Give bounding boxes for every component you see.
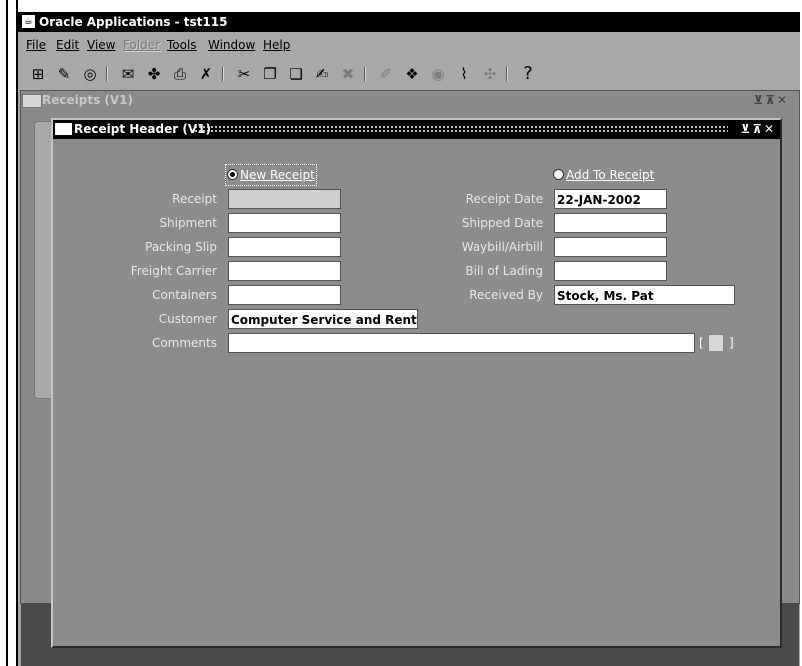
titlebar-pattern [194,125,728,133]
receipts-titlebar: Receipts (V1) ⊻⊼✕ [21,91,799,109]
received-by-label: Received By [469,288,543,302]
next-step-icon[interactable]: ✤ [144,64,164,84]
shipped-date-field[interactable] [554,213,667,233]
oracle-logo-icon [55,123,72,135]
folder-tools-icon[interactable]: ✣ [480,64,500,84]
help-icon[interactable]: ? [518,64,538,84]
dialog-title: Receipt Header (V1) [74,122,211,136]
menu-file[interactable]: File [26,34,46,56]
toolbar-separator [364,67,366,81]
menu-view[interactable]: View [87,34,115,56]
shipped-date-label: Shipped Date [461,216,543,230]
containers-field[interactable] [228,285,341,305]
customer-label: Customer [158,312,217,326]
comments-label: Comments [151,336,217,350]
containers-label: Containers [152,288,217,302]
cut-icon[interactable]: ✂ [234,64,254,84]
waybill-label: Waybill/Airbill [461,240,543,254]
toolbar-separator [222,67,224,81]
navigator-icon[interactable]: ◎ [80,64,100,84]
bill-of-lading-field[interactable] [554,261,667,281]
toolbar: ⊞ ✎ ◎ ✉ ✤ ⎙ ✗ ✂ ❐ ❏ ✍ ✖ ✐ ❖ ◉ ⌇ ✣ ? [18,61,800,87]
new-receipt-radio[interactable]: New Receipt [225,164,317,186]
radio-selected-icon [227,169,238,180]
window-controls-icon[interactable]: ⊻⊼✕ [753,91,789,109]
toolbar-separator [506,67,508,81]
customer-field[interactable]: Computer Service and Rental [228,309,418,329]
oracle-logo-icon [22,94,42,108]
menu-edit[interactable]: Edit [56,34,79,56]
window-controls-icon[interactable]: ⊻⊼✕ [740,120,776,139]
add-to-receipt-label: Add To Receipt [566,168,655,182]
menu-folder[interactable]: Folder [123,34,160,56]
shipment-field[interactable] [228,213,341,233]
waybill-field[interactable] [554,237,667,257]
comments-field[interactable] [228,333,695,353]
clear-record-icon[interactable]: ✍ [312,64,332,84]
freight-carrier-field[interactable] [228,261,341,281]
receipt-date-field[interactable]: 22-JAN-2002 [554,189,667,209]
received-by-field[interactable]: Stock, Ms. Pat [554,285,735,305]
attachments-icon[interactable]: ⌇ [454,64,474,84]
toolbar-separator [106,67,108,81]
app-titlebar: ☕ Oracle Applications - tst115 [18,12,800,32]
packing-slip-label: Packing Slip [145,240,217,254]
delete-record-icon[interactable]: ✖ [338,64,358,84]
new-record-icon[interactable]: ⊞ [28,64,48,84]
print-icon[interactable]: ⎙ [170,64,190,84]
save-icon[interactable]: ✉ [118,64,138,84]
receipt-field[interactable] [228,189,341,209]
radio-unselected-icon [553,169,564,180]
new-receipt-label: New Receipt [240,168,315,182]
freight-carrier-label: Freight Carrier [130,264,217,278]
menu-bar: File Edit View Folder Tools Window Help [18,34,800,56]
paste-icon[interactable]: ❏ [286,64,306,84]
flexfield-open-bracket: [ [699,336,704,350]
flexfield-close-bracket: ] [729,336,734,350]
copy-icon[interactable]: ❐ [260,64,280,84]
receipt-label: Receipt [172,192,217,206]
close-form-icon[interactable]: ✗ [196,64,216,84]
edit-field-icon[interactable]: ✐ [376,64,396,84]
zoom-icon[interactable]: ❖ [402,64,422,84]
bill-of-lading-label: Bill of Lading [465,264,543,278]
menu-window[interactable]: Window [208,34,255,56]
app-title: Oracle Applications - tst115 [39,15,228,29]
menu-tools[interactable]: Tools [167,34,197,56]
descriptive-flexfield[interactable] [708,334,724,352]
receipt-date-label: Receipt Date [465,192,543,206]
receipt-header-dialog: Receipt Header (V1) ⊻⊼✕ New Receipt Add … [51,118,782,648]
receipts-title: Receipts (V1) [42,93,133,107]
find-icon[interactable]: ✎ [54,64,74,84]
app-window: ☕ Oracle Applications - tst115 File Edit… [18,12,800,666]
add-to-receipt-radio[interactable]: Add To Receipt [553,166,654,184]
packing-slip-field[interactable] [228,237,341,257]
translations-icon[interactable]: ◉ [428,64,448,84]
shipment-label: Shipment [159,216,217,230]
left-edge-bars [6,0,18,666]
java-cup-icon: ☕ [22,15,35,28]
menu-help[interactable]: Help [263,34,290,56]
dialog-titlebar: Receipt Header (V1) ⊻⊼✕ [53,120,780,139]
